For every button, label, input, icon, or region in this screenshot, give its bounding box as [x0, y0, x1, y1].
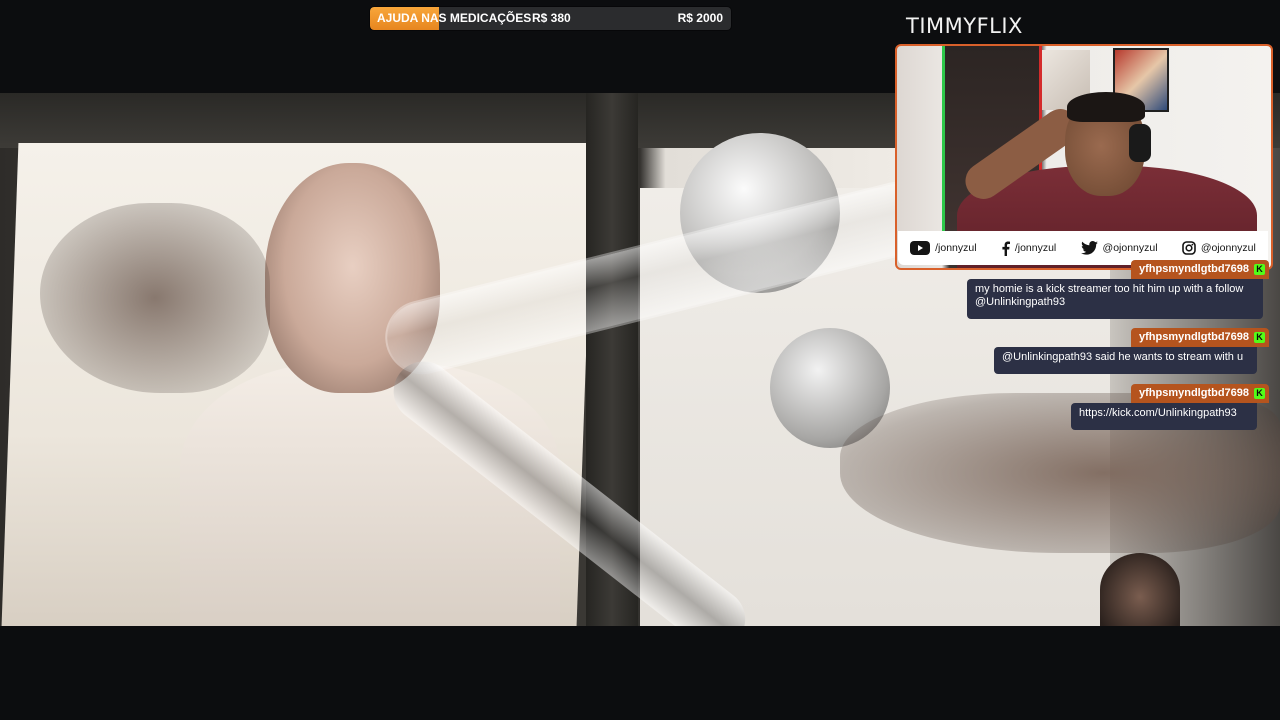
chat-text-line: @Unlinkingpath93 said he wants to stream…	[1002, 351, 1244, 363]
social-facebook[interactable]: /jonnyzul	[1001, 241, 1056, 256]
chat-username-tag: yfhpsmyndlgtbd7698 K	[1131, 260, 1270, 279]
social-handle: /jonnyzul	[935, 242, 977, 254]
chat-username: yfhpsmyndlgtbd7698	[1139, 387, 1250, 399]
headset-icon	[1129, 124, 1151, 162]
goal-target-amount: R$ 2000	[677, 11, 723, 25]
kick-badge-icon: K	[1254, 264, 1266, 275]
chat-username-tag: yfhpsmyndlgtbd7698 K	[1131, 384, 1270, 403]
webcam-streamer-hair	[1067, 92, 1145, 122]
chat-username-tag: yfhpsmyndlgtbd7698 K	[1131, 328, 1270, 347]
donation-goal-bar: AJUDA NAS MEDICAÇÕES R$ 380 R$ 2000	[370, 7, 731, 30]
streamer-name: TIMMYFLIX	[906, 14, 1023, 38]
social-instagram[interactable]: @ojonnyzul	[1182, 241, 1256, 255]
chat-text-line: @Unlinkingpath93	[975, 296, 1066, 308]
video-person-head	[1100, 553, 1180, 626]
video-figure-body	[180, 363, 560, 626]
chat-bubble: @Unlinkingpath93 said he wants to stream…	[994, 347, 1257, 374]
chat-username: yfhpsmyndlgtbd7698	[1139, 331, 1250, 343]
chat-text-line: my homie is a kick streamer too hit him …	[975, 283, 1244, 295]
social-youtube[interactable]: /jonnyzul	[910, 241, 977, 255]
social-handle: @ojonnyzul	[1200, 242, 1256, 254]
social-twitter[interactable]: @ojonnyzul	[1080, 241, 1158, 255]
goal-current-amount: R$ 380	[532, 11, 571, 25]
chat-username: yfhpsmyndlgtbd7698	[1139, 263, 1250, 275]
kick-badge-icon: K	[1254, 388, 1266, 399]
twitter-icon	[1080, 241, 1098, 255]
facebook-icon	[1001, 241, 1010, 256]
chat-text-line: https://kick.com/Unlinkingpath93	[1079, 407, 1237, 419]
social-handle: @ojonnyzul	[1102, 242, 1158, 254]
kick-badge-icon: K	[1254, 332, 1266, 343]
instagram-icon	[1182, 241, 1196, 255]
chat-bubble: my homie is a kick streamer too hit him …	[967, 279, 1263, 319]
youtube-icon	[910, 241, 931, 255]
goal-label: AJUDA NAS MEDICAÇÕES	[377, 11, 532, 25]
social-handle: /jonnyzul	[1014, 242, 1057, 254]
chat-bubble: https://kick.com/Unlinkingpath93	[1071, 403, 1257, 430]
